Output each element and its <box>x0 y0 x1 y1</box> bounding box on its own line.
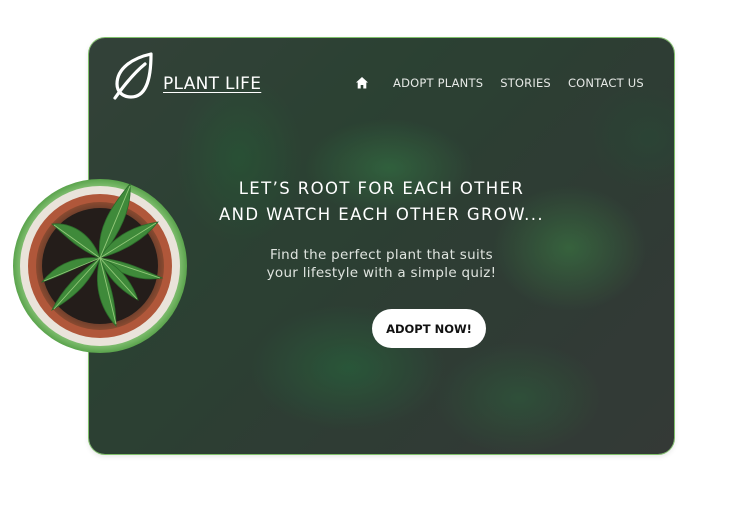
home-icon[interactable] <box>355 76 369 90</box>
potted-plant-image <box>13 179 187 353</box>
adopt-now-button[interactable]: ADOPT NOW! <box>372 309 486 348</box>
nav-contact-us[interactable]: CONTACT US <box>568 76 644 90</box>
leaf-icon[interactable] <box>111 50 157 100</box>
nav-stories[interactable]: STORIES <box>500 76 551 90</box>
top-nav: ADOPT PLANTS STORIES CONTACT US <box>355 76 644 90</box>
nav-adopt-plants[interactable]: ADOPT PLANTS <box>393 76 483 90</box>
landing-page: PLANT LIFE ADOPT PLANTS STORIES CONTACT … <box>0 0 730 518</box>
brand-name-link[interactable]: PLANT LIFE <box>163 74 261 94</box>
